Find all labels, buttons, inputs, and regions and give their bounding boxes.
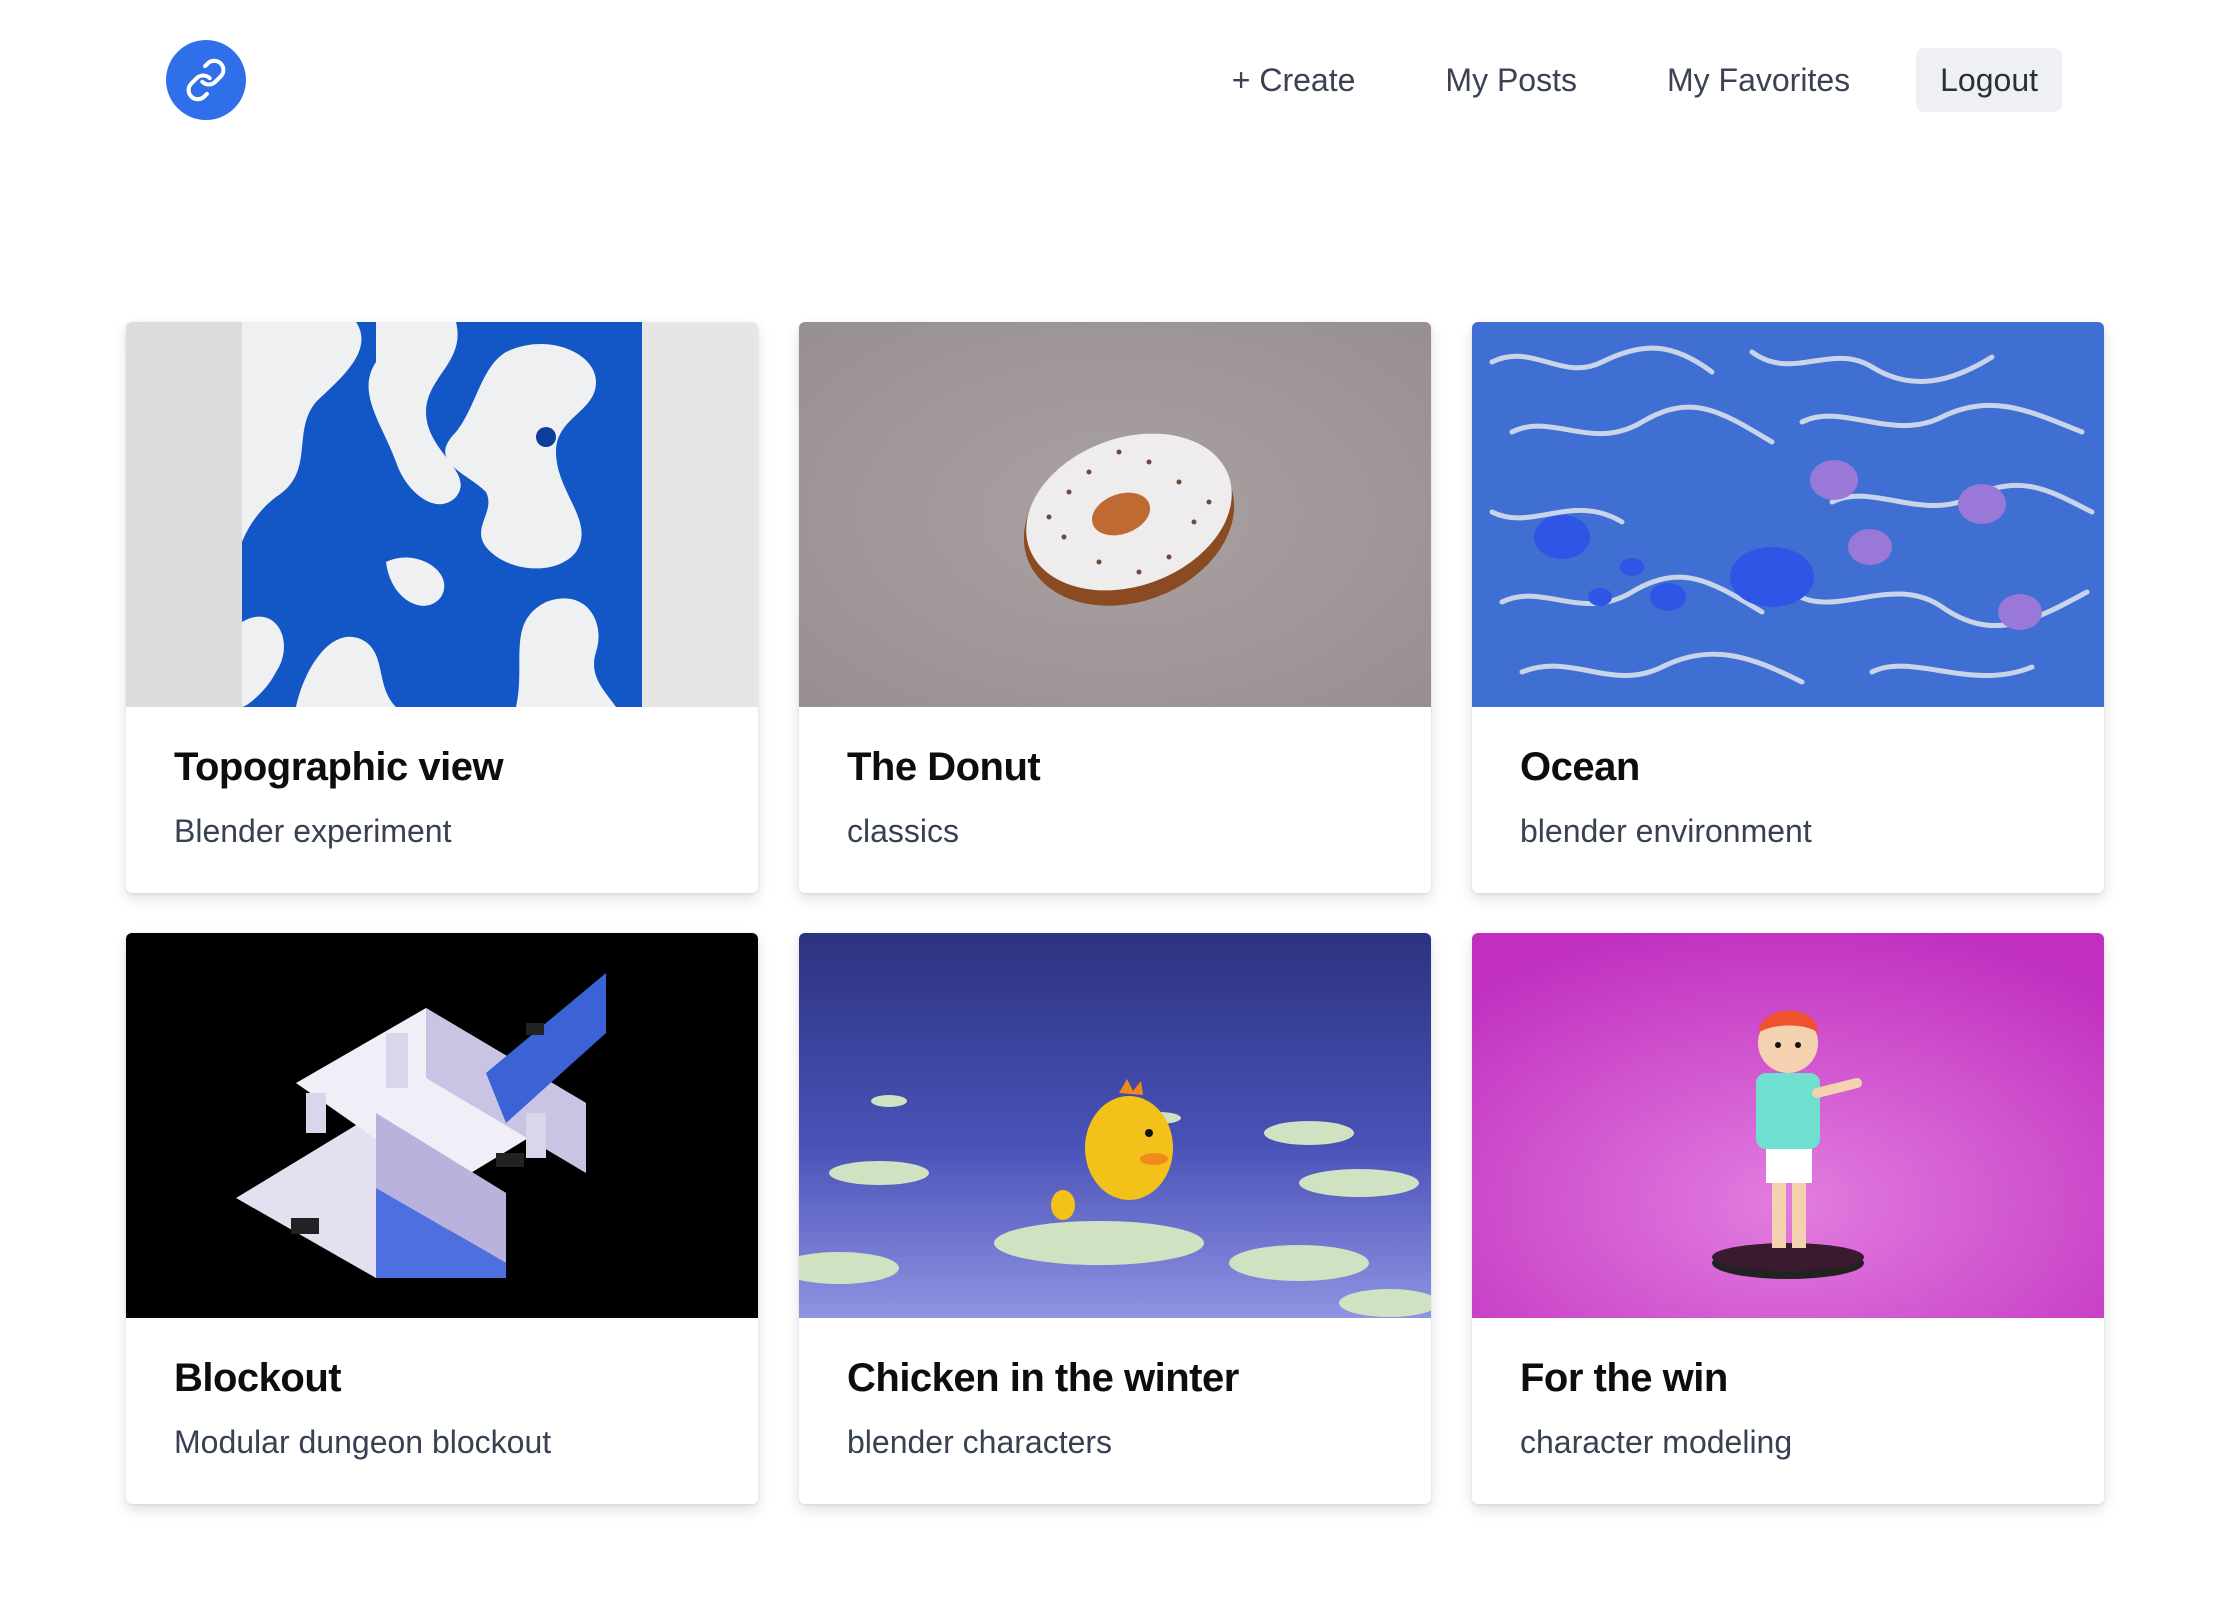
link-icon [186,58,226,102]
post-subtitle: blender characters [847,1424,1113,1460]
post-subtitle: character modeling [1520,1424,1793,1460]
post-thumbnail[interactable] [126,322,758,707]
post-card-blockout[interactable]: Blockout Modular dungeon blockout [126,933,758,1504]
post-thumbnail[interactable] [126,933,758,1318]
post-thumbnail[interactable] [1472,933,2104,1318]
post-card-for-the-win[interactable]: For the win character modeling [1472,933,2104,1504]
top-nav: + Create My Posts My Favorites Logout [1208,48,2062,112]
post-thumbnail[interactable] [799,933,1431,1318]
post-thumbnail[interactable] [1472,322,2104,707]
my-posts-link[interactable]: My Posts [1421,48,1601,112]
post-title[interactable]: Chicken in the winter [847,1354,1383,1402]
post-subtitle: classics [847,813,960,849]
home-logo-button[interactable] [166,40,246,120]
post-card-chicken-in-the-winter[interactable]: Chicken in the winter blender characters [799,933,1431,1504]
post-title[interactable]: Topographic view [174,743,710,791]
create-link[interactable]: + Create [1208,48,1380,112]
posts-grid: Topographic view Blender experiment The … [126,322,2104,1504]
post-subtitle: Blender experiment [174,813,452,849]
page: + Create My Posts My Favorites Logout To… [0,0,2220,1600]
post-card-topographic-view[interactable]: Topographic view Blender experiment [126,322,758,893]
post-title[interactable]: The Donut [847,743,1383,791]
post-title[interactable]: For the win [1520,1354,2056,1402]
post-title[interactable]: Blockout [174,1354,710,1402]
post-title[interactable]: Ocean [1520,743,2056,791]
my-favorites-link[interactable]: My Favorites [1643,48,1874,112]
post-subtitle: Modular dungeon blockout [174,1424,552,1460]
post-subtitle: blender environment [1520,813,1812,849]
post-card-the-donut[interactable]: The Donut classics [799,322,1431,893]
post-thumbnail[interactable] [799,322,1431,707]
post-card-ocean[interactable]: Ocean blender environment [1472,322,2104,893]
logout-button[interactable]: Logout [1916,48,2062,112]
